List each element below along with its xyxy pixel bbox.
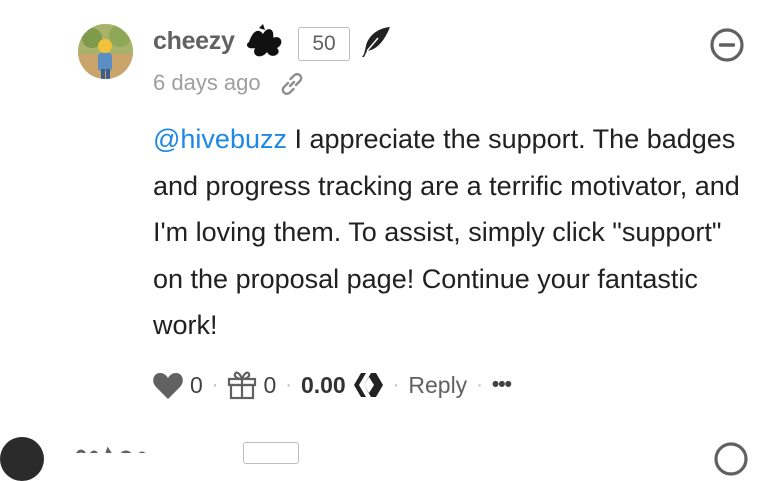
tip-count: 0 [263,371,277,398]
comment-body: @hivebuzz I appreciate the support. The … [153,116,753,349]
gift-icon[interactable] [227,370,257,400]
payout-value[interactable]: 0.00 [301,372,346,399]
next-comment-author[interactable] [76,443,166,453]
reputation-badge: 50 [298,27,350,61]
next-comment-avatar[interactable] [0,437,44,481]
link-icon[interactable] [278,70,306,98]
separator-dot: · [476,373,483,396]
vote-count: 0 [190,371,203,398]
author-avatar[interactable] [78,24,133,79]
separator-dot: · [211,373,219,396]
feather-icon [362,27,390,57]
user-mention-link[interactable]: @hivebuzz [153,124,287,154]
more-dots-icon[interactable]: ••• [492,373,512,397]
separator-dot: · [392,373,400,396]
next-reputation-badge [243,442,299,464]
comment-text: I appreciate the support. The badges and… [153,124,740,340]
reply-button[interactable]: Reply [408,372,467,399]
separator-dot: · [285,373,292,396]
collapse-minus-icon[interactable] [708,26,746,64]
comment-actions: 0 · 0 · 0.00 · Reply · ••• [152,365,512,405]
heart-icon[interactable] [152,371,184,400]
collapse-minus-icon[interactable] [712,440,750,478]
redaction-scribble [247,24,282,57]
hive-icon [353,373,383,397]
author-name-start: cheezy [153,27,235,55]
comment-timestamp[interactable]: 6 days ago [153,70,261,96]
